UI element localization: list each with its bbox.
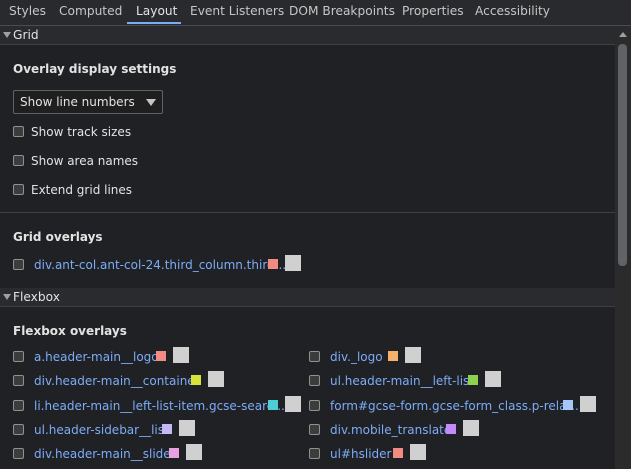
line-numbers-select[interactable]: Show line numbers [13,90,163,114]
checkbox[interactable] [309,375,320,386]
checkbox[interactable] [309,424,320,435]
expand-triangle-icon [3,32,11,38]
flex-overlay-row[interactable]: li.header-main__left-list-item.gcse-sear… [13,396,308,415]
overlay-color-swatch[interactable] [468,375,478,385]
grid-overlays-heading: Grid overlays [13,230,103,244]
overlay-highlight-box[interactable] [179,420,195,436]
checkbox[interactable] [13,424,24,435]
flex-overlay-row[interactable]: div.mobile_translate [309,420,599,439]
overlay-highlight-box[interactable] [580,396,596,412]
overlay-selector[interactable]: form#gcse-form.gcse-form_class.p-relat..… [330,398,583,414]
overlay-selector[interactable]: li.header-main__left-list-item.gcse-sear… [34,398,285,414]
scroll-up-arrow-icon[interactable] [619,32,627,37]
select-value: Show line numbers [20,95,135,109]
overlay-highlight-box[interactable] [186,444,202,460]
layout-pane: Grid Overlay display settings Show line … [0,26,615,469]
flex-overlay-row[interactable]: a.header-main__logo [13,347,303,366]
flexbox-overlays-heading: Flexbox overlays [13,324,127,338]
active-tab-indicator [127,22,181,24]
overlay-selector[interactable]: div.header-main__container [34,373,200,389]
overlay-highlight-box[interactable] [410,444,426,460]
overlay-color-swatch[interactable] [156,351,166,361]
tab-properties[interactable]: Properties [402,0,464,25]
checkbox[interactable] [13,448,24,459]
flex-overlay-row[interactable]: ul.header-sidebar__list [13,420,303,439]
overlay-color-swatch[interactable] [268,400,278,410]
flex-overlay-row[interactable]: div.header-main__container [13,371,303,390]
tab-dom-breakpoints[interactable]: DOM Breakpoints [289,0,395,25]
overlay-color-swatch[interactable] [393,448,403,458]
grid-section-title: Grid [13,28,39,42]
option-label: Show track sizes [31,125,132,139]
checkbox[interactable] [13,155,24,166]
option-label: Show area names [31,154,139,168]
checkbox[interactable] [13,126,24,137]
overlay-color-swatch[interactable] [162,424,172,434]
section-divider [0,212,615,213]
checkbox[interactable] [13,351,24,362]
overlay-highlight-box[interactable] [285,255,301,271]
tab-styles[interactable]: Styles [9,0,46,25]
overlay-highlight-box[interactable] [463,420,479,436]
overlay-settings-heading: Overlay display settings [13,62,177,76]
scrollbar-thumb[interactable] [618,44,627,266]
grid-overlay-row[interactable]: div.ant-col.ant-col-24.third_column.thir… [13,255,313,274]
overlay-selector[interactable]: a.header-main__logo [34,349,159,365]
checkbox[interactable] [309,400,320,411]
checkbox[interactable] [13,259,24,270]
overlay-selector[interactable]: ul#hslider [330,446,391,462]
checkbox[interactable] [309,448,320,459]
overlay-color-swatch[interactable] [563,400,573,410]
checkbox[interactable] [309,351,320,362]
grid-section-header[interactable]: Grid [0,26,615,45]
option-label: Extend grid lines [31,183,133,197]
flex-overlay-row[interactable]: ul#hslider [309,444,599,463]
flex-overlay-row[interactable]: div.header-main__slider [13,444,303,463]
checkbox[interactable] [13,184,24,195]
tab-event-listeners[interactable]: Event Listeners [190,0,284,25]
checkbox[interactable] [13,375,24,386]
overlay-highlight-box[interactable] [405,347,421,363]
flex-overlay-row[interactable]: form#gcse-form.gcse-form_class.p-relat..… [309,396,609,415]
overlay-color-swatch[interactable] [388,351,398,361]
overlay-selector[interactable]: div.mobile_translate [330,422,451,438]
panel-tab-bar: Styles Computed Layout Event Listeners D… [0,0,631,26]
overlay-selector[interactable]: div.header-main__slider [34,446,176,462]
overlay-selector[interactable]: div._logo [330,349,383,365]
overlay-highlight-box[interactable] [208,371,224,387]
checkbox[interactable] [13,400,24,411]
overlay-highlight-box[interactable] [285,396,301,412]
overlay-highlight-box[interactable] [485,371,501,387]
overlay-selector[interactable]: ul.header-main__left-list [330,373,474,389]
expand-triangle-icon [3,294,11,300]
vertical-scrollbar[interactable] [615,26,631,469]
overlay-selector[interactable]: div.ant-col.ant-col-24.third_column.thir… [34,257,286,273]
flexbox-section-header[interactable]: Flexbox [0,288,615,307]
flexbox-section-title: Flexbox [13,290,60,304]
flex-overlay-row[interactable]: div._logo [309,347,599,366]
tab-accessibility[interactable]: Accessibility [475,0,550,25]
overlay-selector[interactable]: ul.header-sidebar__list [34,422,169,438]
flex-overlay-row[interactable]: ul.header-main__left-list [309,371,599,390]
tab-computed[interactable]: Computed [59,0,122,25]
chevron-down-icon [146,99,156,106]
overlay-color-swatch[interactable] [268,259,278,269]
overlay-highlight-box[interactable] [173,347,189,363]
overlay-color-swatch[interactable] [446,424,456,434]
overlay-color-swatch[interactable] [191,375,201,385]
overlay-color-swatch[interactable] [169,448,179,458]
